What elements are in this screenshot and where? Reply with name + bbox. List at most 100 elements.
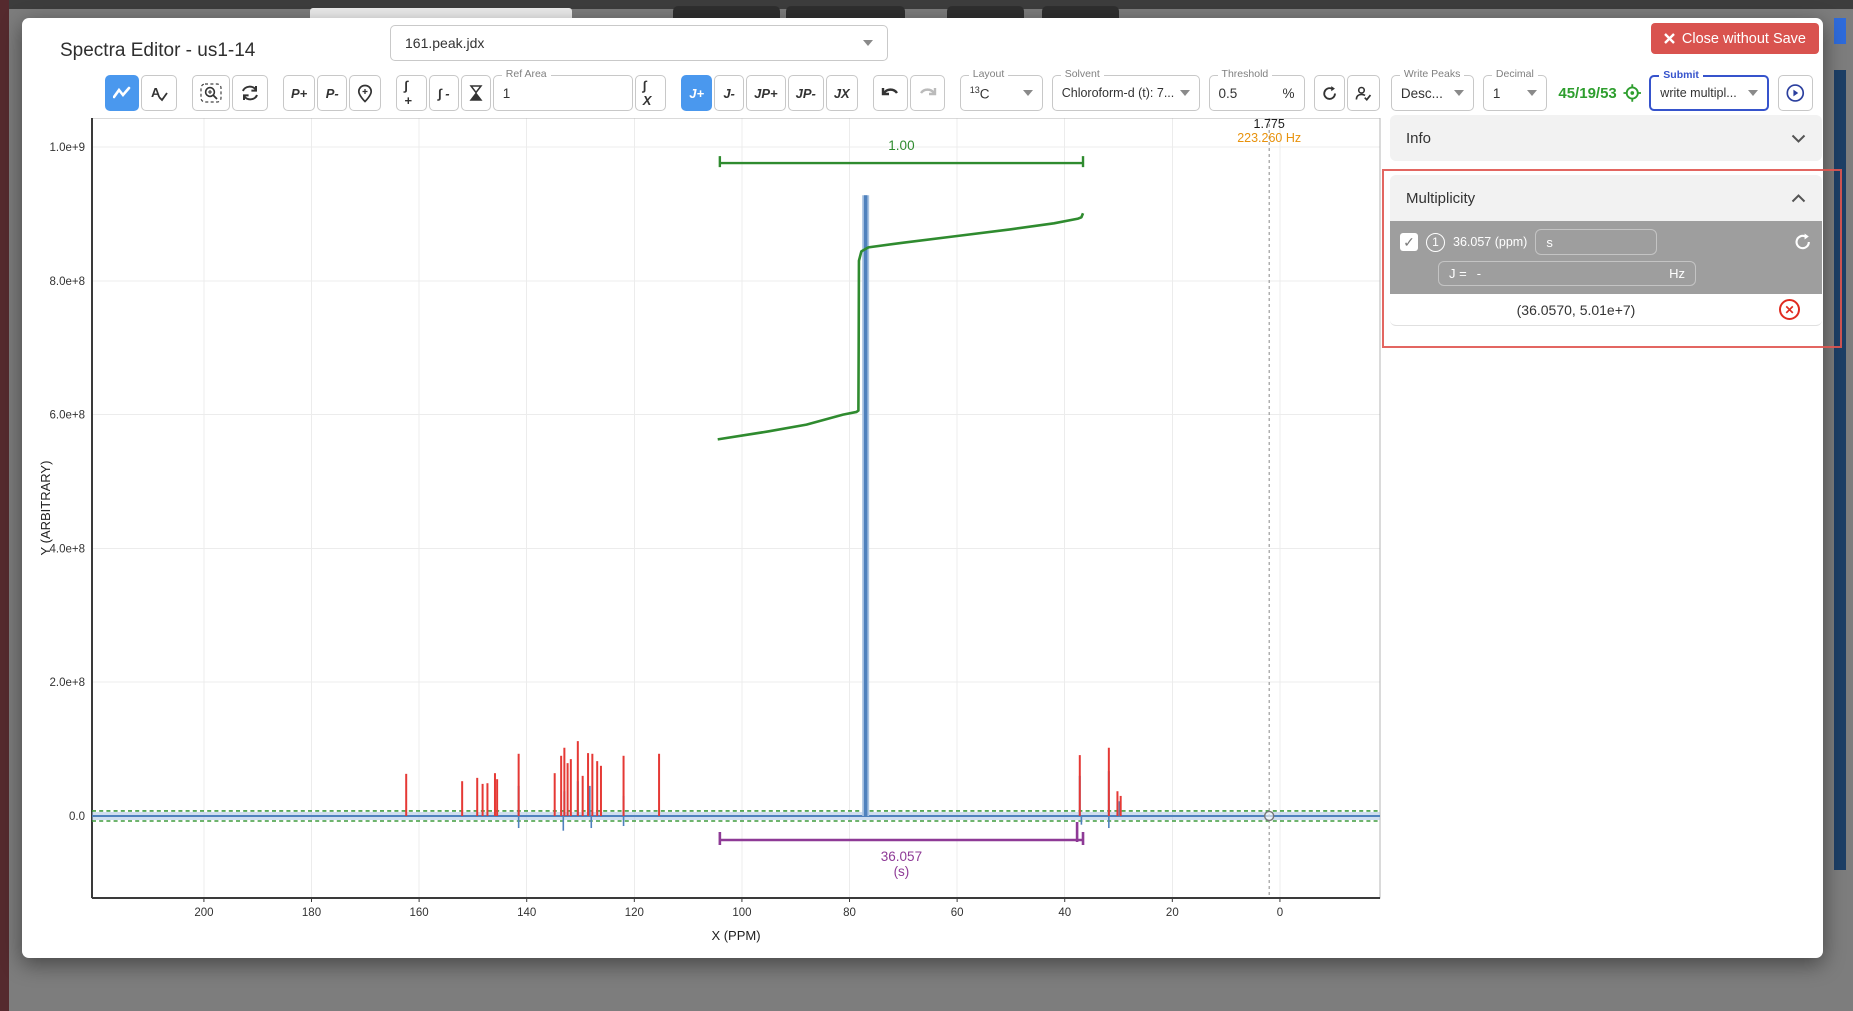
integral-threshold-button[interactable] (461, 75, 491, 111)
write-peaks-label: Write Peaks (1400, 69, 1464, 80)
multiplicity-input[interactable] (1535, 229, 1657, 255)
chevron-down-icon (1791, 134, 1806, 143)
integral-remove-button[interactable]: ∫ - (429, 75, 459, 111)
j-unit: Hz (1669, 266, 1685, 281)
chevron-down-icon (1454, 90, 1464, 96)
zoom-area-icon (200, 83, 222, 103)
j-add-button[interactable]: J+ (681, 75, 712, 111)
spectrum-line-tool-button[interactable] (105, 75, 139, 111)
hourglass-icon (469, 84, 483, 102)
auto-rescale-button[interactable]: A (141, 75, 177, 111)
decimal-select[interactable]: Decimal 1 (1483, 75, 1547, 111)
ref-area-field[interactable]: Ref Area 1 (493, 75, 633, 111)
right-panel: Info Multiplicity ✓ 1 36.057 (ppm) (1390, 115, 1822, 326)
integral-curve[interactable] (718, 213, 1083, 439)
submit-select[interactable]: Submit write multipl... (1649, 75, 1769, 111)
j-value: - (1477, 266, 1481, 281)
x-axis-title: X (PPM) (711, 928, 760, 943)
target-icon[interactable] (1623, 83, 1642, 103)
info-accordion-header[interactable]: Info (1390, 115, 1822, 161)
x-tick-label: 160 (410, 907, 429, 919)
ref-area-label: Ref Area (502, 69, 551, 80)
spectrum-plot[interactable]: 2001801601401201008060402001.0e+98.0e+86… (40, 118, 1382, 956)
peak-pick-remove-button[interactable]: P- (317, 75, 347, 111)
integral-add-button[interactable]: ∫ + (396, 75, 427, 111)
j-coupling-field[interactable]: J = - Hz (1438, 261, 1696, 286)
y-tick-label: 6.0e+8 (50, 410, 86, 422)
recalculate-button[interactable] (1314, 75, 1346, 111)
decimal-label: Decimal (1492, 69, 1538, 80)
background-top-strip (0, 0, 1853, 9)
zoom-box-button[interactable] (192, 75, 230, 111)
peak-pick-add-button[interactable]: P+ (283, 75, 315, 111)
peak-point-value: (36.0570, 5.01e+7) (1390, 302, 1762, 318)
y-axis-title: Y (ARBITRARY) (40, 461, 53, 556)
background-left-bar (0, 0, 9, 1011)
spectrum-chart[interactable]: 2001801601401201008060402001.0e+98.0e+86… (40, 118, 1382, 956)
write-peaks-select[interactable]: Write Peaks Desc... (1391, 75, 1474, 111)
jp-remove-button[interactable]: JP- (788, 75, 824, 111)
delete-peak-icon[interactable]: ✕ (1779, 299, 1800, 320)
play-circle-icon (1786, 83, 1805, 103)
y-tick-label: 1.0e+9 (50, 142, 86, 154)
person-check-icon (1355, 85, 1372, 102)
chevron-down-icon (1748, 90, 1758, 96)
submit-label: Submit (1659, 70, 1703, 81)
threshold-field[interactable]: Threshold 0.5 % (1209, 75, 1305, 111)
location-pin-icon (357, 84, 373, 103)
multiplet-checkbox[interactable]: ✓ (1400, 233, 1418, 251)
decimal-value: 1 (1493, 86, 1501, 101)
refresh-multiplet-icon[interactable] (1794, 233, 1812, 251)
layout-select[interactable]: Layout 13C (960, 75, 1043, 111)
threshold-label: Threshold (1218, 69, 1273, 80)
x-tick-label: 40 (1058, 907, 1071, 919)
integral-value-label: 1.00 (888, 138, 914, 153)
reset-zoom-icon (240, 84, 260, 102)
integral-clear-button[interactable]: ∫ X (635, 75, 667, 111)
multiplet-shift: 36.057 (ppm) (1453, 235, 1527, 249)
multiplicity-section: Multiplicity ✓ 1 36.057 (ppm) J = - Hz (1390, 175, 1822, 326)
j-remove-button[interactable]: J- (714, 75, 744, 111)
j-clear-button[interactable]: JX (826, 75, 858, 111)
j-label: J = (1449, 266, 1467, 281)
redo-button[interactable] (910, 75, 945, 111)
apply-peaks-button[interactable] (1347, 75, 1380, 111)
multiplet-bracket[interactable] (720, 822, 1083, 845)
undo-button[interactable] (873, 75, 908, 111)
integral-bracket[interactable] (720, 156, 1083, 167)
background-right-panel-edge (1834, 70, 1846, 870)
x-tick-label: 80 (843, 907, 856, 919)
layout-label: Layout (969, 69, 1009, 80)
reset-zoom-button[interactable] (232, 75, 268, 111)
multiplet-type-label: (s) (894, 864, 910, 879)
solvent-select[interactable]: Solvent Chloroform-d (t): 7... (1052, 75, 1200, 111)
chevron-down-icon (1180, 90, 1190, 96)
x-tick-label: 200 (194, 907, 213, 919)
x-tick-label: 120 (625, 907, 644, 919)
spectra-editor-modal: Spectra Editor - us1-14 161.peak.jdx Clo… (22, 18, 1823, 958)
multiplet-shift-label: 36.057 (881, 849, 922, 864)
multiplicity-accordion-header[interactable]: Multiplicity (1390, 175, 1822, 221)
background-right-accent (1834, 18, 1846, 44)
peak-point-row[interactable]: (36.0570, 5.01e+7) ✕ (1390, 294, 1822, 326)
redo-icon (918, 86, 937, 101)
multiplet-card: ✓ 1 36.057 (ppm) J = - Hz (1390, 221, 1822, 294)
peak-counter: 45/19/53 (1558, 85, 1616, 102)
auto-scale-icon: A (149, 84, 169, 102)
close-icon (1664, 33, 1675, 44)
multiplicity-title: Multiplicity (1406, 190, 1475, 207)
plot-border (92, 118, 1380, 898)
page-title: Spectra Editor - us1-14 (60, 40, 255, 62)
run-submit-button[interactable] (1778, 75, 1813, 111)
chevron-down-icon (863, 40, 873, 46)
solvent-label: Solvent (1061, 69, 1104, 80)
threshold-unit: % (1282, 86, 1294, 101)
jp-add-button[interactable]: JP+ (746, 75, 786, 111)
info-title: Info (1406, 130, 1431, 147)
write-peaks-value: Desc... (1401, 86, 1443, 101)
close-without-save-button[interactable]: Close without Save (1651, 23, 1819, 54)
x-tick-label: 180 (302, 907, 321, 919)
file-select[interactable]: 161.peak.jdx (390, 25, 888, 61)
peak-marker-button[interactable] (349, 75, 381, 111)
x-tick-label: 140 (517, 907, 536, 919)
